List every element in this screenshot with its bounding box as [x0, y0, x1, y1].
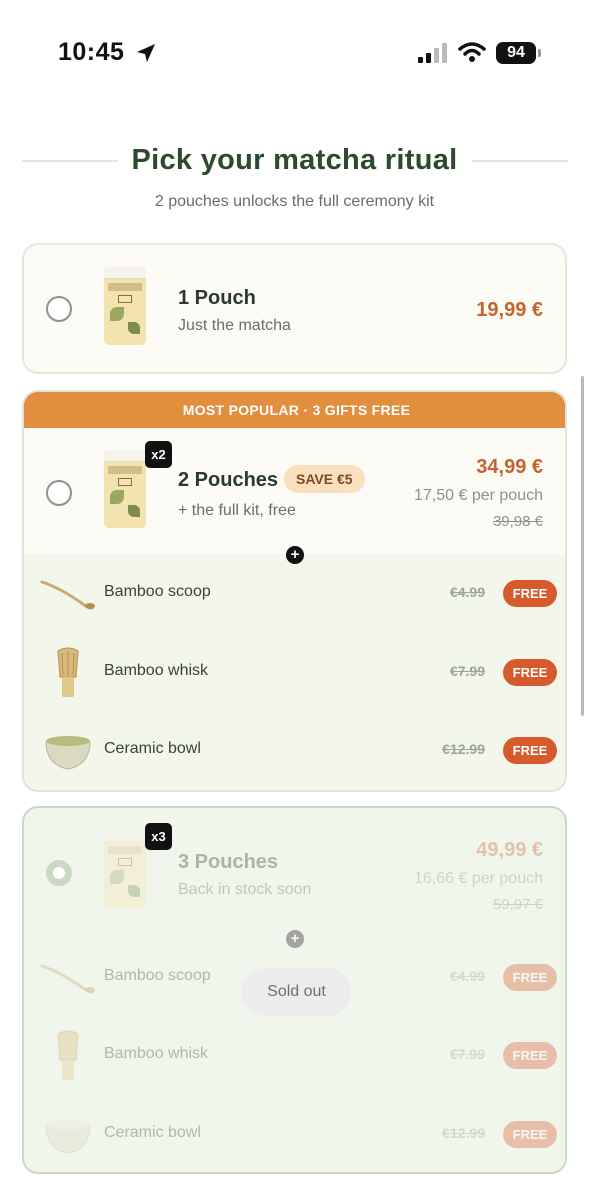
per-pouch-price: 16,66 € per pouch — [414, 870, 543, 887]
free-badge: FREE — [503, 1042, 557, 1069]
ceramic-bowl-icon — [45, 1120, 91, 1154]
scrollbar[interactable] — [581, 376, 584, 716]
kit-item-name: Ceramic bowl — [104, 1124, 201, 1141]
free-badge: FREE — [503, 737, 557, 764]
free-badge: FREE — [503, 964, 557, 991]
kit-item-old-price: €12.99 — [442, 1125, 485, 1141]
kit-item-ceramic-bowl: Ceramic bowl €12.99 FREE — [24, 1105, 565, 1165]
option-3-pouches: x3 3 Pouches Back in stock soon 49,99 € … — [22, 806, 567, 1174]
location-arrow-icon — [137, 44, 155, 62]
option-price: 19,99 € — [476, 299, 543, 321]
kit-item-old-price: €4.99 — [449, 968, 485, 984]
bamboo-whisk-icon — [57, 1030, 79, 1080]
kit-item-bamboo-whisk: Bamboo whisk €7.99 FREE — [24, 1026, 565, 1086]
cellular-signal-icon — [418, 43, 447, 63]
kit-item-ceramic-bowl: Ceramic bowl €12.99 FREE — [24, 721, 565, 781]
matcha-tin-image — [102, 830, 148, 908]
kit-list: + Bamboo scoop €4.99 FREE Bamboo whisk €… — [24, 930, 565, 1172]
free-badge: FREE — [503, 580, 557, 607]
kit-item-old-price: €7.99 — [449, 663, 485, 679]
kit-item-old-price: €4.99 — [449, 584, 485, 600]
save-badge: SAVE €5 — [284, 465, 365, 493]
per-pouch-price: 17,50 € per pouch — [414, 487, 543, 504]
kit-list: + Bamboo scoop €4.99 FREE Bamboo whisk €… — [24, 546, 565, 790]
bamboo-whisk-icon — [57, 647, 79, 697]
option-radio[interactable] — [46, 480, 72, 506]
option-subtitle: Back in stock soon — [178, 881, 312, 898]
option-subtitle: Just the matcha — [178, 317, 291, 334]
kit-item-name: Ceramic bowl — [104, 740, 201, 757]
kit-item-name: Bamboo whisk — [104, 662, 209, 679]
option-radio-disabled — [46, 860, 72, 886]
free-badge: FREE — [503, 1121, 557, 1148]
status-bar: 10:45 94 — [0, 0, 589, 100]
most-popular-banner: MOST POPULAR · 3 GIFTS FREE — [24, 392, 565, 428]
option-1-pouch[interactable]: 1 Pouch Just the matcha 19,99 € — [22, 243, 567, 374]
original-price: 39,98 € — [492, 513, 543, 530]
page-title: Pick your matcha ritual — [131, 144, 458, 176]
wifi-icon — [458, 42, 486, 62]
option-price: 49,99 € — [476, 839, 543, 861]
option-subtitle: + the full kit, free — [178, 502, 296, 519]
option-price: 34,99 € — [476, 456, 543, 478]
original-price: 59,97 € — [492, 896, 543, 913]
plus-icon: + — [286, 930, 304, 948]
matcha-tin-image — [102, 267, 148, 345]
kit-item-bamboo-whisk: Bamboo whisk €7.99 FREE — [24, 643, 565, 703]
free-badge: FREE — [503, 659, 557, 686]
option-title: 1 Pouch — [178, 287, 256, 309]
bamboo-scoop-icon — [40, 580, 95, 610]
option-2-pouches[interactable]: MOST POPULAR · 3 GIFTS FREE x2 2 Pouches… — [22, 390, 567, 792]
kit-item-bamboo-scoop: Bamboo scoop €4.99 FREE — [24, 564, 565, 624]
option-title: 3 Pouches — [178, 851, 279, 873]
option-radio[interactable] — [46, 296, 72, 322]
matcha-tin-image — [102, 450, 148, 528]
page-subtitle: 2 pouches unlocks the full ceremony kit — [154, 193, 435, 210]
kit-item-name: Bamboo whisk — [104, 1045, 209, 1062]
kit-item-old-price: €7.99 — [449, 1046, 485, 1062]
bamboo-scoop-icon — [40, 964, 95, 994]
quantity-badge: x3 — [145, 823, 172, 850]
sold-out-label: Sold out — [242, 968, 351, 1016]
kit-item-name: Bamboo scoop — [104, 967, 211, 984]
kit-item-name: Bamboo scoop — [104, 583, 211, 600]
quantity-badge: x2 — [145, 441, 172, 468]
plus-icon: + — [286, 546, 304, 564]
ceramic-bowl-icon — [45, 736, 91, 770]
kit-item-old-price: €12.99 — [442, 741, 485, 757]
battery-icon: 94 — [496, 42, 542, 64]
battery-level: 94 — [496, 42, 536, 64]
status-time: 10:45 — [58, 38, 125, 66]
option-title: 2 Pouches — [178, 469, 279, 491]
